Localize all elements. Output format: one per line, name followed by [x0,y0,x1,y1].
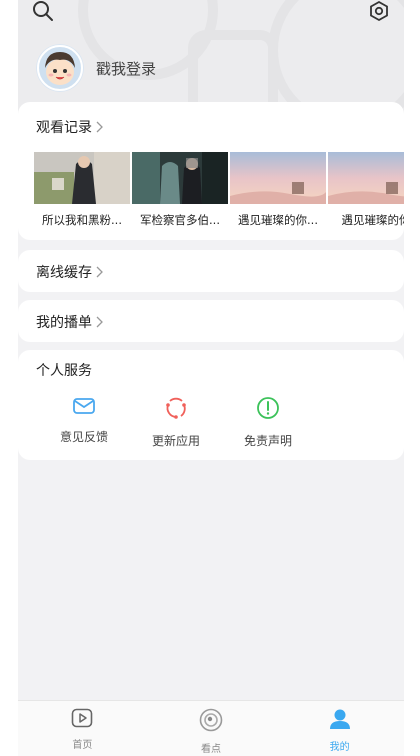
update-app-button[interactable]: 更新应用 [130,396,222,449]
login-label[interactable]: 戳我登录 [96,58,156,79]
history-list: 所以我和黑粉... 军检察官多伯... 遇见璀璨的你... 遇见璀璨的你 [34,152,404,228]
swirl-icon [199,708,223,736]
tab-mine[interactable]: 我的 [275,701,404,756]
disclaimer-button[interactable]: 免责声明 [222,396,314,449]
app-screen: 戳我登录 观看记录 所以我和黑粉... 军检察官多伯... 遇见璀璨的你... … [18,0,404,756]
chevron-right-icon [95,121,103,133]
my-playlist-card[interactable]: 我的播单 [18,300,404,342]
offline-cache-title: 离线缓存 [36,265,92,281]
profile-login[interactable]: 戳我登录 [36,44,156,92]
history-item[interactable]: 遇见璀璨的你... [230,152,326,228]
video-thumbnail[interactable] [328,152,404,204]
bottom-tab-bar: 首页 看点 我的 [18,700,404,756]
offline-cache-header[interactable]: 离线缓存 [36,262,103,282]
feedback-button[interactable]: 意见反馈 [38,396,130,449]
watch-history-card: 观看记录 所以我和黑粉... 军检察官多伯... 遇见璀璨的你... 遇见璀璨的… [18,102,404,240]
tab-highlights[interactable]: 看点 [147,701,276,756]
history-item[interactable]: 军检察官多伯... [132,152,228,228]
avatar[interactable] [36,44,84,92]
my-playlist-title: 我的播单 [36,315,92,331]
watch-history-header[interactable]: 观看记录 [36,117,103,137]
tab-home[interactable]: 首页 [18,701,147,756]
video-thumbnail[interactable] [34,152,130,204]
top-bar [18,0,404,28]
personal-services-card: 个人服务 意见反馈 更新应用 免责声明 [18,350,404,460]
services-list: 意见反馈 更新应用 免责声明 [38,396,314,449]
video-thumbnail[interactable] [230,152,326,204]
tab-home-label: 首页 [72,740,93,751]
history-item-title: 遇见璀璨的你... [238,213,318,227]
tab-mine-label: 我的 [329,742,350,753]
tab-highlights-label: 看点 [201,744,221,755]
history-item-title: 遇见璀璨的你 [341,213,405,227]
feedback-label: 意见反馈 [59,430,108,444]
chevron-right-icon [95,316,103,328]
history-item-title: 军检察官多伯... [140,213,220,227]
personal-services-title: 个人服务 [36,363,92,379]
user-icon [328,708,352,734]
offline-cache-card[interactable]: 离线缓存 [18,250,404,292]
update-app-label: 更新应用 [151,434,200,448]
video-thumbnail[interactable] [132,152,228,204]
my-playlist-header[interactable]: 我的播单 [36,312,103,332]
watch-history-title: 观看记录 [36,120,92,136]
search-icon[interactable] [30,0,56,24]
mail-icon [72,396,96,420]
play-icon [71,708,93,732]
refresh-icon [164,396,188,424]
history-item[interactable]: 遇见璀璨的你 [328,152,404,228]
disclaimer-label: 免责声明 [243,434,292,448]
history-item[interactable]: 所以我和黑粉... [34,152,130,228]
exclamation-icon [256,396,280,424]
history-item-title: 所以我和黑粉... [42,213,122,227]
chevron-right-icon [95,266,103,278]
settings-icon[interactable] [366,0,392,24]
